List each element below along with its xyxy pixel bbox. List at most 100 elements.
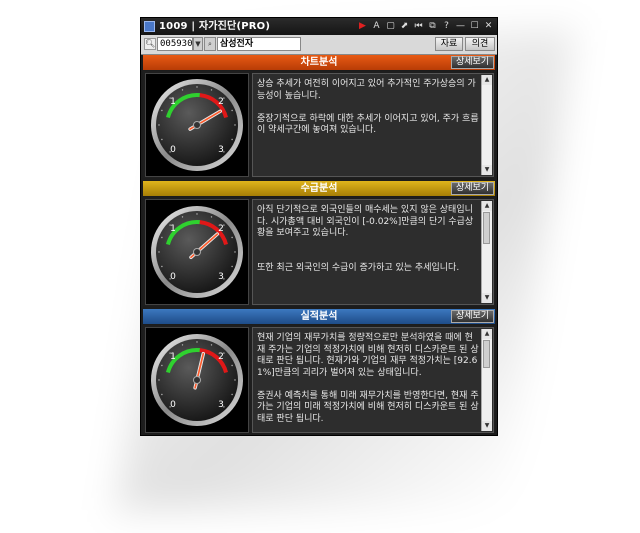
scroll-down-icon[interactable]: ▼ (482, 165, 492, 175)
gauge-tick-dot (234, 251, 236, 253)
gauge-tick-dot (169, 151, 171, 153)
gauge-tick-dot (196, 213, 198, 215)
play-icon[interactable]: ▶ (356, 20, 369, 33)
gauge-tick-dot (196, 86, 198, 88)
search-icon[interactable]: 🔍︎ (144, 38, 156, 50)
analysis-text: 현재 기업의 재무가치를 정량적으로만 분석하였을 때에 현재 주가는 기업의 … (257, 333, 479, 424)
gauge-tick-dot (161, 393, 163, 396)
maximize-button[interactable]: ☐ (468, 20, 481, 33)
scroll-down-icon[interactable]: ▼ (482, 421, 492, 431)
gauge-tick-dot (231, 265, 233, 268)
supply-analysis-section: 수급분석 상세보기 0 1 2 3 아직 단기적으로 외국인들의 매수세는 있지 않은… (143, 181, 495, 308)
gauge-hub (193, 376, 201, 384)
gauge-tick-label: 0 (170, 400, 176, 410)
title-bar-buttons: ▶ A ▢ ⬈ ⏮ ⧉ ? — ☐ ✕ (356, 20, 495, 33)
link-icon[interactable]: ⬈ (398, 20, 411, 33)
gauge-tick-dot (234, 379, 236, 381)
gauge-tick-label: 2 (218, 352, 224, 362)
gauge-panel: 0 1 2 3 (145, 73, 249, 177)
gauge-tick-dot (223, 278, 225, 280)
stock-name-field[interactable]: 삼성전자 (217, 37, 301, 51)
title-bar[interactable]: 1009 | 자가진단(PRO) ▶ A ▢ ⬈ ⏮ ⧉ ? — ☐ ✕ (141, 18, 497, 35)
scrollbar[interactable]: ▲ ▼ (481, 329, 492, 431)
gauge-tick-dot (169, 278, 171, 280)
scroll-thumb[interactable] (483, 212, 490, 244)
help-icon[interactable]: ? (440, 20, 453, 33)
gauge-tick-dot (223, 406, 225, 408)
analysis-text-box[interactable]: 아직 단기적으로 외국인들의 매수세는 있지 않은 상태입니다. 시가총액 대비… (252, 199, 494, 305)
analysis-text-box[interactable]: 현재 기업의 재무가치를 정량적으로만 분석하였을 때에 현재 주가는 기업의 … (252, 327, 494, 433)
gauge-tick-dot (161, 265, 163, 268)
close-button[interactable]: ✕ (482, 20, 495, 33)
scroll-up-icon[interactable]: ▲ (482, 329, 492, 339)
gauge-panel: 0 1 2 3 (145, 327, 249, 433)
chart-analysis-section: 차트분석 상세보기 0 1 2 3 상승 추세가 여전히 이어지고 있어 추가적인 주… (143, 55, 495, 178)
gauge-tick-dot (158, 379, 160, 381)
gauge-tick-dot (234, 124, 236, 126)
gauge-tick-label: 3 (218, 272, 224, 282)
scroll-thumb[interactable] (483, 340, 490, 368)
scroll-down-icon[interactable]: ▼ (482, 293, 492, 303)
gauge-tick-dot (161, 109, 163, 112)
gauge-hub (193, 248, 201, 256)
gauge-hub (193, 121, 201, 129)
analysis-text: 아직 단기적으로 외국인들의 매수세는 있지 않은 상태입니다. 시가총액 대비… (257, 205, 474, 273)
gauge-tick-dot (181, 89, 184, 91)
section-title: 차트분석 (300, 57, 338, 68)
gauge-tick-dot (158, 251, 160, 253)
gauge-tick-dot (231, 393, 233, 396)
section-title: 실적분석 (300, 311, 338, 322)
window-title: 1009 | 자가진단(PRO) (159, 21, 271, 32)
rewind-icon[interactable]: ⏮ (412, 20, 425, 33)
frame-icon[interactable]: ▢ (384, 20, 397, 33)
gauge-tick-dot (223, 97, 225, 99)
opinion-button[interactable]: 의견 (465, 37, 495, 51)
gauge-tick-dot (169, 97, 171, 99)
scroll-up-icon[interactable]: ▲ (482, 201, 492, 211)
detail-button[interactable]: 상세보기 (451, 56, 494, 69)
section-header: 수급분석 상세보기 (143, 181, 495, 196)
font-icon[interactable]: A (370, 20, 383, 33)
gauge-tick-label: 2 (218, 97, 224, 107)
gauge-tick-dot (231, 138, 233, 141)
data-button[interactable]: 자료 (435, 37, 463, 51)
app-icon (144, 21, 155, 32)
section-header: 실적분석 상세보기 (143, 309, 495, 324)
gauge-tick-dot (169, 406, 171, 408)
gauge-tick-label: 3 (218, 400, 224, 410)
performance-analysis-section: 실적분석 상세보기 0 1 2 3 현재 기업의 재무가치를 정량적으로만 분석하였을… (143, 309, 495, 435)
detail-button[interactable]: 상세보기 (451, 182, 494, 195)
analysis-text-box[interactable]: 상승 추세가 여전히 이어지고 있어 추가적인 주가상승의 가능성이 높습니다.… (252, 73, 494, 177)
gauge-tick-dot (223, 151, 225, 153)
gauge-dial: 0 1 2 3 (151, 206, 243, 298)
toolbar: 🔍︎ 005930 ▼ ⌕ 삼성전자 자료 의견 (141, 35, 497, 55)
gauge-tick-dot (210, 89, 213, 91)
section-body: 0 1 2 3 상승 추세가 여전히 이어지고 있어 추가적인 주가상승의 가능성이 … (143, 71, 495, 178)
minimize-button[interactable]: — (454, 20, 467, 33)
chevron-down-icon[interactable]: ▼ (193, 37, 203, 51)
gauge-tick-dot (223, 352, 225, 354)
gauge-panel: 0 1 2 3 (145, 199, 249, 305)
gauge-tick-dot (210, 344, 213, 346)
copy-window-icon[interactable]: ⧉ (426, 20, 439, 33)
scrollbar[interactable]: ▲ ▼ (481, 201, 492, 303)
scrollbar[interactable]: ▲ ▼ (481, 75, 492, 175)
find-stock-icon[interactable]: ⌕ (204, 37, 216, 51)
section-body: 0 1 2 3 아직 단기적으로 외국인들의 매수세는 있지 않은 상태입니다. 시가… (143, 197, 495, 306)
section-title: 수급분석 (300, 183, 338, 194)
scroll-up-icon[interactable]: ▲ (482, 75, 492, 85)
gauge-dial: 0 1 2 3 (151, 334, 243, 426)
gauge-tick-dot (231, 236, 233, 239)
gauge-tick-dot (181, 216, 184, 218)
detail-button[interactable]: 상세보기 (451, 310, 494, 323)
analysis-text: 상승 추세가 여전히 이어지고 있어 추가적인 주가상승의 가능성이 높습니다.… (257, 79, 479, 135)
gauge-tick-dot (231, 109, 233, 112)
gauge-tick-dot (161, 138, 163, 141)
gauge-tick-dot (161, 236, 163, 239)
gauge-tick-dot (181, 344, 184, 346)
gauge-tick-dot (169, 224, 171, 226)
gauge-tick-dot (210, 216, 213, 218)
gauge-tick-dot (196, 341, 198, 343)
gauge-tick-dot (169, 352, 171, 354)
stock-code-input[interactable]: 005930 (157, 37, 193, 51)
